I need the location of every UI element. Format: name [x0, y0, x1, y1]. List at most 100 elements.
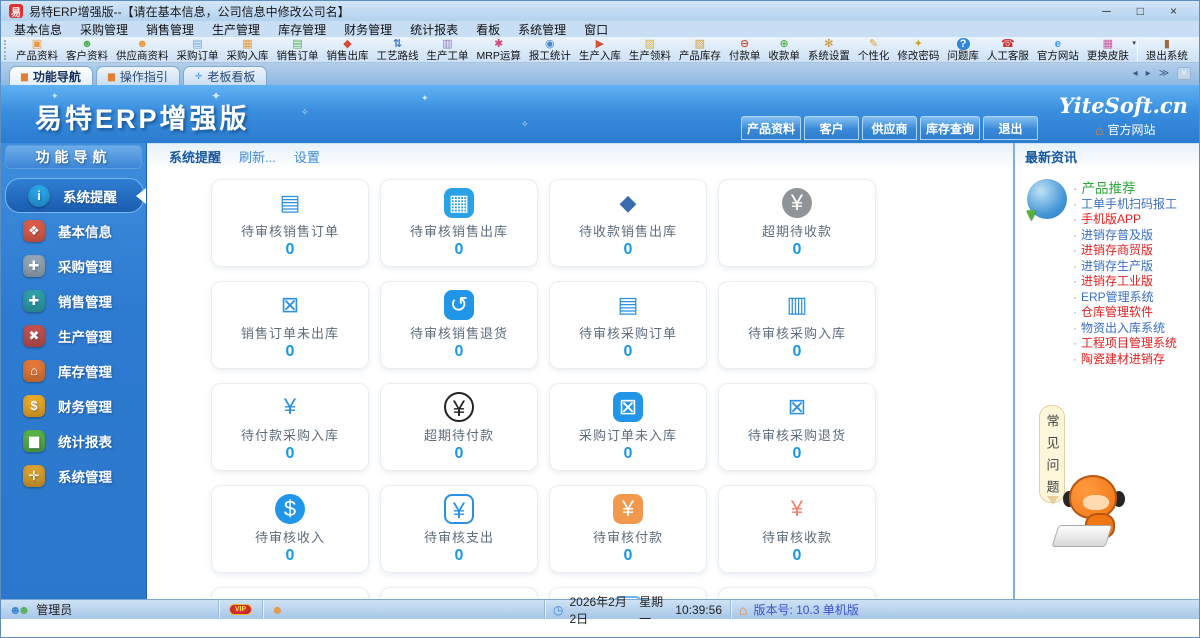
menu-item[interactable]: 窗口	[575, 21, 617, 38]
news-link[interactable]: ERP管理系统	[1073, 290, 1177, 306]
reminder-card[interactable]: ⊠ 销售订单未出库 0	[211, 281, 369, 369]
toolbar-button[interactable]: ☎ 人工客服	[983, 38, 1033, 62]
reminder-card[interactable]: ¥ 待审核收款 0	[718, 485, 876, 573]
toolbar-button[interactable]: ◉ 报工统计	[525, 38, 575, 62]
news-link[interactable]: 产品推荐	[1073, 181, 1177, 197]
reminder-card[interactable]: ◆ 待收款销售出库 0	[549, 179, 707, 267]
toolbar-button[interactable]: ✦ 修改密码	[893, 38, 943, 62]
menu-item[interactable]: 生产管理	[203, 21, 269, 38]
toolbar-button-label: 工艺路线	[376, 49, 419, 62]
official-site-link[interactable]: ⌂ 官方网站	[1095, 121, 1155, 138]
toolbar-button[interactable]: e 官方网站	[1033, 38, 1083, 62]
reminder-card[interactable]: ⊠ 采购订单未入库 0	[549, 383, 707, 471]
header-quick-button[interactable]: 供应商	[862, 116, 918, 140]
news-link[interactable]: 工单手机扫码报工	[1073, 197, 1177, 213]
reminder-card[interactable]: ⊠ 待审核采购退货 0	[718, 383, 876, 471]
toolbar-button[interactable]: ? 问题库	[943, 37, 983, 62]
reminder-card[interactable]: ▦ 待审核销售出库 0	[380, 179, 538, 267]
tab[interactable]: ✛ 老板看板	[182, 66, 268, 85]
toolbar-button[interactable]: ▶ 生产入库	[575, 38, 625, 62]
purchase-inbound-truck-icon: ▦	[242, 37, 253, 50]
menu-item[interactable]: 基本信息	[5, 21, 71, 38]
tab[interactable]: ▆ 操作指引	[95, 66, 180, 85]
reminder-card[interactable]: ¥ 待审核付款 0	[549, 485, 707, 573]
menu-item[interactable]: 采购管理	[71, 21, 137, 38]
sidebar-item[interactable]: $ 财务管理	[1, 388, 146, 423]
toolbar-button[interactable]: ▦ 更换皮肤 ▾	[1083, 38, 1136, 62]
reminder-card[interactable]: ¥ 待付款采购入库 0	[211, 383, 369, 471]
site-name-link[interactable]: YiteSoft.cn	[1059, 93, 1188, 118]
users-icon: ☻☻	[9, 602, 31, 617]
reminder-card[interactable]: ▥ 待审核采购入库 0	[718, 281, 876, 369]
maximize-button[interactable]: □	[1137, 4, 1144, 18]
menu-item[interactable]: 看板	[467, 21, 509, 38]
news-link[interactable]: 进销存普及版	[1073, 228, 1177, 244]
news-link[interactable]: 进销存工业版	[1073, 274, 1177, 290]
header-quick-button[interactable]: 库存查询	[920, 116, 981, 140]
toolbar-button-label: 生产入库	[578, 49, 621, 62]
settings-link[interactable]: 设置	[294, 147, 320, 166]
toolbar-button[interactable]: ▤ 采购订单	[173, 38, 223, 62]
menu-item[interactable]: 库存管理	[269, 21, 335, 38]
toolbar-button[interactable]: ✱ MRP运算	[473, 38, 525, 62]
menu-item[interactable]: 财务管理	[335, 21, 401, 38]
sidebar-item[interactable]: ✚ 采购管理	[1, 248, 146, 283]
content-header-bar: 系统提醒 刷新... 设置	[147, 143, 1013, 169]
toolbar-button[interactable]: ☻ 客户资料	[62, 38, 112, 62]
toolbar-button[interactable]: ◆ 销售出库	[323, 38, 373, 62]
card-count: 0	[285, 343, 295, 360]
menu-item[interactable]: 统计报表	[401, 21, 467, 38]
tab-scroll-right-icon[interactable]: ▸	[1146, 68, 1151, 79]
toolbar-button[interactable]: ⊕ 收款单	[764, 38, 804, 62]
menu-item[interactable]: 销售管理	[137, 21, 203, 38]
news-link[interactable]: 物资出入库系统	[1073, 321, 1177, 337]
tab-scroll-left-icon[interactable]: ◂	[1133, 68, 1138, 79]
reminder-card[interactable]: ↺ 待审核销售退货 0	[380, 281, 538, 369]
reminder-card[interactable]: ▤ 待审核采购订单 0	[549, 281, 707, 369]
news-link[interactable]: 仓库管理软件	[1073, 305, 1177, 321]
toolbar-button[interactable]: ⊖ 付款单	[725, 38, 765, 62]
toolbar-button[interactable]: ▨ 生产领料	[625, 38, 675, 62]
news-link[interactable]: 进销存生产版	[1073, 259, 1177, 275]
reminder-card[interactable]: ¥ 超期待付款 0	[380, 383, 538, 471]
toolbar-button[interactable]: ▦ 采购入库	[223, 38, 273, 62]
toolbar-button[interactable]: ✻ 系统设置	[804, 38, 854, 62]
sidebar-item[interactable]: ▆ 统计报表	[1, 423, 146, 458]
toolbar-button[interactable]: ▤ 销售订单	[273, 38, 323, 62]
sales-return-icon: ↺	[444, 290, 474, 320]
toolbar-button[interactable]: ☻ 供应商资料	[112, 38, 173, 62]
minimize-button[interactable]: ─	[1102, 4, 1111, 18]
toolbar-button[interactable]: ▧ 产品库存	[675, 38, 725, 62]
sparkle: ✧	[301, 107, 309, 117]
toolbar-button[interactable]: ▣ 产品资料	[12, 38, 62, 62]
news-link[interactable]: 陶瓷建材进销存	[1073, 352, 1177, 368]
tab-overflow-icon[interactable]: ≫	[1159, 68, 1169, 79]
header-quick-button[interactable]: 退出	[983, 116, 1039, 140]
reminder-card[interactable]: ¥ 超期待收款 0	[718, 179, 876, 267]
toolbar-button-exit[interactable]: ▮ 退出系统	[1142, 38, 1192, 62]
toolbar-button[interactable]: ▥ 生产工单	[423, 38, 473, 62]
tab[interactable]: ▆ 功能导航	[9, 66, 93, 85]
sidebar-item[interactable]: ✛ 系统管理	[1, 458, 146, 493]
sidebar-item[interactable]: ✖ 生产管理	[1, 318, 146, 353]
toolbar-button[interactable]: ✎ 个性化	[854, 38, 894, 62]
close-button[interactable]: ×	[1170, 4, 1177, 18]
news-link[interactable]: 工程项目管理系统	[1073, 336, 1177, 352]
menu-item[interactable]: 系统管理	[509, 21, 575, 38]
header-quick-button[interactable]: 产品资料	[741, 116, 802, 140]
news-link[interactable]: 手机版APP	[1073, 212, 1177, 228]
reminder-card[interactable]: ¥ 待审核支出 0	[380, 485, 538, 573]
sidebar-item[interactable]: i 系统提醒	[5, 178, 146, 213]
sidebar-item[interactable]: ❖ 基本信息	[1, 213, 146, 248]
toolbar-button[interactable]: ⇅ 工艺路线	[373, 38, 423, 62]
tab-close-icon[interactable]: ×	[1177, 67, 1191, 80]
news-link[interactable]: 进销存商贸版	[1073, 243, 1177, 259]
header-quick-button[interactable]: 客户	[804, 116, 860, 140]
basic-info-blocks-icon: ❖	[23, 219, 45, 242]
refresh-link[interactable]: 刷新...	[239, 147, 276, 166]
mascot-assistant[interactable]	[1051, 473, 1141, 549]
reminder-card[interactable]: ▤ 待审核销售订单 0	[211, 179, 369, 267]
sidebar-item[interactable]: ✚ 销售管理	[1, 283, 146, 318]
reminder-card[interactable]: $ 待审核收入 0	[211, 485, 369, 573]
sidebar-item[interactable]: ⌂ 库存管理	[1, 353, 146, 388]
